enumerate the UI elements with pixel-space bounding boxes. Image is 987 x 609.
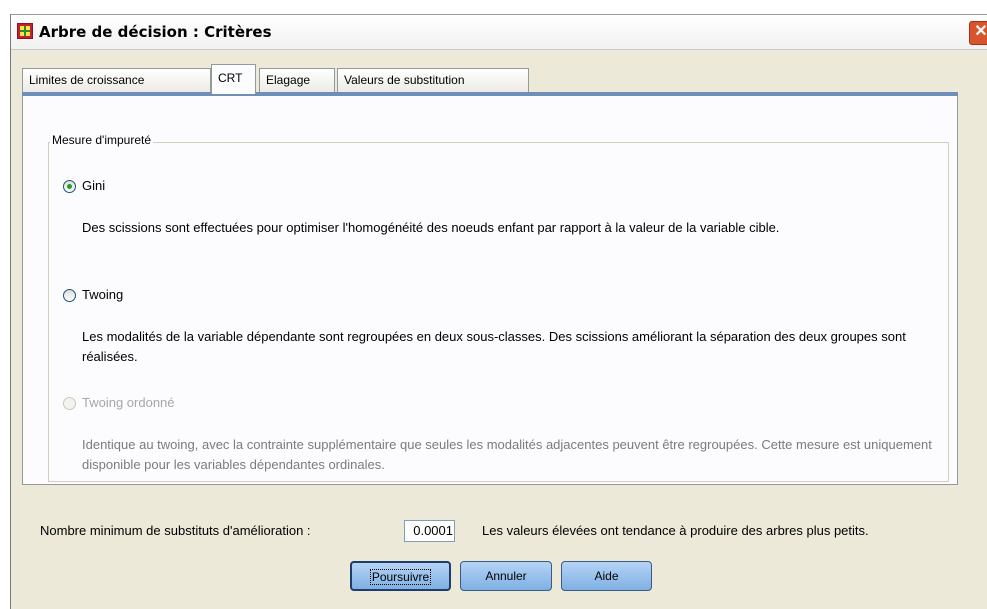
impurity-groupbox [48,142,949,482]
window-title: Arbre de décision : Critères [39,23,272,41]
twoing-ordered-label[interactable]: Twoing ordonné [82,395,175,410]
close-icon[interactable]: ✕ [969,21,987,45]
gini-radio[interactable] [63,180,76,193]
tab-label: CRT [218,71,243,85]
min-improvement-hint: Les valeurs élevées ont tendance à produ… [482,523,869,538]
spreadsheet-icon [17,23,33,39]
twoing-description: Les modalités de la variable dépendante … [82,329,906,364]
continue-button[interactable]: Poursuivre [350,561,451,591]
tab-crt[interactable]: CRT [211,64,256,94]
cancel-button[interactable]: Annuler [460,561,552,591]
title-bar[interactable]: Arbre de décision : Critères ✕ [11,15,987,50]
help-button[interactable]: Aide [561,561,652,591]
tab-elagage[interactable]: Elagage [259,68,335,92]
impurity-legend: Mesure d'impureté [50,133,153,147]
tab-label: Limites de croissance [29,73,145,87]
twoing-radio[interactable] [63,289,76,302]
tab-limites-de-croissance[interactable]: Limites de croissance [22,68,211,92]
twoing-ordered-description: Identique au twoing, avec la contrainte … [82,437,932,472]
gini-label[interactable]: Gini [82,178,105,193]
gini-description: Des scissions sont effectuées pour optim… [82,220,780,235]
min-improvement-input[interactable]: 0.0001 [404,520,455,542]
tab-label: Elagage [266,73,311,87]
min-improvement-label: Nombre minimum de substituts d'améliorat… [40,523,311,538]
tab-panel: Mesure d'impureté Gini Des scissions son… [22,96,958,485]
tab-label: Valeurs de substitution [344,73,465,87]
twoing-ordered-radio[interactable] [63,397,76,410]
twoing-label[interactable]: Twoing [82,287,123,302]
tab-valeurs-de-substitution[interactable]: Valeurs de substitution [337,68,529,92]
